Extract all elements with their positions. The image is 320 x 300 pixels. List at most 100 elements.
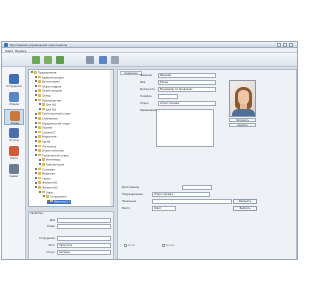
notes-field[interactable] xyxy=(156,109,214,147)
tree-node[interactable]: Маркетинг xyxy=(35,135,57,139)
expand-icon[interactable] xyxy=(35,89,37,92)
folder-icon xyxy=(38,121,41,125)
sidebar-item-service[interactable]: Сервис xyxy=(4,163,24,179)
expand-icon[interactable] xyxy=(35,181,37,184)
department-tree[interactable]: Предприятие Администрация Бухгалтерия Отдел… xyxy=(28,69,114,207)
minimize-button[interactable] xyxy=(277,43,281,47)
expand-icon[interactable] xyxy=(35,112,37,115)
prop-value[interactable] xyxy=(57,224,111,229)
expand-icon[interactable] xyxy=(35,135,37,138)
tree-node[interactable]: Технический отдел xyxy=(35,153,69,158)
expand-icon[interactable] xyxy=(35,85,37,88)
tree-node[interactable]: Служба IT xyxy=(35,130,56,135)
position-field[interactable]: Менеджер по продажам xyxy=(158,87,216,92)
place-field[interactable]: Офис xyxy=(152,206,176,211)
tree-node[interactable]: Транспортный отдел xyxy=(35,112,71,116)
expand-icon[interactable] xyxy=(39,190,41,193)
settings-icon[interactable] xyxy=(111,56,119,64)
expand-icon[interactable] xyxy=(39,103,41,106)
export-icon[interactable] xyxy=(99,56,107,64)
prop-value[interactable]: Активен xyxy=(57,250,111,255)
tree-node[interactable]: Отдел продаж xyxy=(35,89,62,93)
expand-icon[interactable] xyxy=(35,144,37,147)
expand-icon[interactable] xyxy=(31,71,33,74)
tree-node[interactable]: Юридический отдел xyxy=(35,121,70,126)
archive-checkbox[interactable]: Архив xyxy=(124,244,135,248)
tree-scrollbar[interactable] xyxy=(110,70,113,206)
sidebar-item-employees[interactable]: Сотрудники xyxy=(4,73,24,89)
phone-field[interactable] xyxy=(158,94,178,99)
expand-icon[interactable] xyxy=(35,154,37,157)
tree-node[interactable]: Администрация xyxy=(35,75,64,80)
prop-value[interactable] xyxy=(57,218,111,223)
expand-icon[interactable] xyxy=(35,121,37,124)
expand-icon[interactable] xyxy=(35,140,37,143)
tree-node[interactable]: Иванова Е.А. xyxy=(47,199,72,204)
dismissed-checkbox[interactable]: Уволен xyxy=(162,244,174,248)
tree-node[interactable]: Столовая xyxy=(35,167,55,172)
sidebar-item-search[interactable]: Поиск xyxy=(4,145,24,161)
close-button[interactable] xyxy=(289,43,293,47)
lastname-field[interactable]: Иванова xyxy=(158,73,216,78)
expand-icon[interactable] xyxy=(35,167,37,170)
prop-value[interactable] xyxy=(57,236,111,241)
save-icon[interactable] xyxy=(56,56,64,64)
load-photo-button[interactable]: Загрузить xyxy=(229,118,256,122)
expand-icon[interactable] xyxy=(35,117,37,120)
expand-icon[interactable] xyxy=(39,108,41,111)
edit-button[interactable]: Изменить xyxy=(233,199,257,204)
manager-field[interactable] xyxy=(152,199,232,204)
tree-node[interactable]: Гараж xyxy=(35,176,51,181)
expand-icon[interactable] xyxy=(35,94,37,97)
expand-icon[interactable] xyxy=(47,200,49,203)
folder-icon xyxy=(38,84,41,88)
expand-icon[interactable] xyxy=(35,98,37,101)
expand-icon[interactable] xyxy=(43,195,45,198)
tree-node[interactable]: Производство xyxy=(35,98,61,103)
tree-node[interactable]: Архив xyxy=(35,140,50,144)
department-field[interactable]: Отдел продаж xyxy=(158,101,216,106)
expand-icon[interactable] xyxy=(39,163,41,166)
firstname-field[interactable]: Елена xyxy=(158,80,216,85)
new-icon[interactable] xyxy=(32,56,40,64)
sidebar-item-reports[interactable]: Отчеты xyxy=(4,127,24,143)
maximize-button[interactable] xyxy=(283,43,287,47)
tree-node[interactable]: Охрана xyxy=(35,126,52,130)
tree-node[interactable]: Филиал №2 xyxy=(35,186,58,190)
tree-node[interactable]: Филиал №1 xyxy=(35,181,58,185)
expand-icon[interactable] xyxy=(35,186,37,189)
prop-value[interactable]: Загрузить xyxy=(57,243,111,248)
tree-node[interactable]: Логистика xyxy=(35,144,56,149)
tree-node[interactable]: Снабжение xyxy=(35,117,58,121)
delete-photo-button[interactable]: Удалить xyxy=(229,123,256,127)
hire-date-field[interactable] xyxy=(182,185,212,190)
notes-label: Примечание xyxy=(140,109,157,112)
expand-icon[interactable] xyxy=(35,126,37,129)
expand-icon[interactable] xyxy=(35,172,37,175)
sidebar-item-departments[interactable]: Отделы xyxy=(4,91,24,107)
tree-node[interactable]: Медпункт xyxy=(35,172,56,176)
tree-node[interactable]: Бухгалтерия xyxy=(35,80,59,84)
prop-row: Имя xyxy=(31,218,113,223)
expand-icon[interactable] xyxy=(35,131,37,134)
tree-node[interactable]: Лаборатория xyxy=(39,163,64,167)
tree-node[interactable]: Отдел кадров xyxy=(35,84,61,89)
expand-icon[interactable] xyxy=(39,158,41,161)
subdivision-field[interactable]: Отдел продаж xyxy=(152,192,210,197)
select-button[interactable]: Выбрать xyxy=(233,206,257,211)
tree-node[interactable]: Отдел качества xyxy=(35,149,64,153)
expand-icon[interactable] xyxy=(35,80,37,83)
tree-node[interactable]: Офис xyxy=(39,190,53,195)
tree-node[interactable]: Сотрудники xyxy=(43,195,67,199)
expand-icon[interactable] xyxy=(35,75,37,78)
sidebar-item-personnel[interactable]: Кадры xyxy=(4,109,24,125)
tree-node[interactable]: Цех №2 xyxy=(39,107,56,112)
expand-icon[interactable] xyxy=(35,149,37,152)
tree-node[interactable]: Инженеры xyxy=(39,158,61,162)
tree-node[interactable]: Цех №1 xyxy=(39,103,56,107)
expand-icon[interactable] xyxy=(35,177,37,180)
open-icon[interactable] xyxy=(44,56,52,64)
tree-node[interactable]: Предприятие xyxy=(31,71,56,75)
tree-node[interactable]: Склад xyxy=(35,94,50,98)
print-icon[interactable] xyxy=(86,56,94,64)
